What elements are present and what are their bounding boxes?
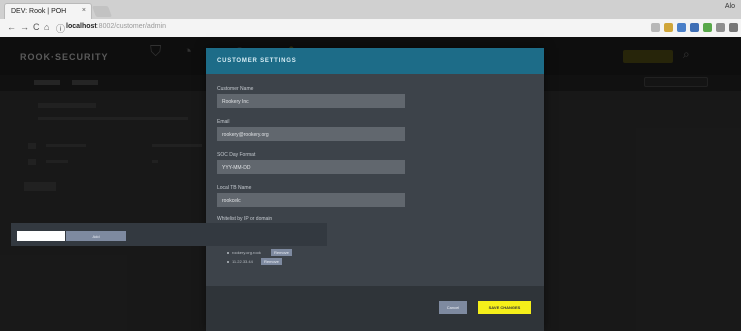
add-whitelist-button[interactable]: Add [66,231,126,241]
email-label: Email [217,119,230,125]
back-icon[interactable]: ← [7,22,16,32]
extension-icon[interactable] [677,23,686,32]
new-tab-button[interactable] [91,6,113,17]
day-format-label: SOC Day Format [217,152,256,158]
url-path: :8002/customer/admin [96,23,166,30]
tab-close-icon[interactable]: × [82,7,86,14]
whitelist-item: rookery.org.rook [227,250,261,258]
customer-name-field[interactable]: Rookery Inc [217,94,405,108]
browser-tab[interactable]: DEV: Rook | POH × [4,3,92,19]
day-format-field[interactable]: YYY-MM-DD [217,160,405,174]
tab-bar: DEV: Rook | POH × Alo [0,0,741,19]
profile-label[interactable]: Alo [725,3,735,10]
whitelist-item-text: 11.22.33.44 [232,259,253,264]
cancel-button[interactable]: Cancel [439,301,467,314]
tab-title: DEV: Rook | POH [11,8,67,15]
modal-header: CUSTOMER SETTINGS [206,48,544,74]
email-field[interactable]: rookery@rookery.org [217,127,405,141]
bullet-icon [227,251,229,254]
reload-icon[interactable]: C [33,22,40,32]
modal-title: CUSTOMER SETTINGS [217,58,297,64]
extension-icon[interactable] [716,23,725,32]
tb-name-label: Local TB Name [217,185,252,191]
save-changes-button[interactable]: SAVE CHANGES [478,301,531,314]
bullet-icon [227,260,229,263]
tb-name-field[interactable]: rookcelc [217,193,405,207]
whitelist-label: Whitelist by IP or domain [217,216,273,222]
browser-chrome: DEV: Rook | POH × Alo ← → C ⌂ ⓘ localhos… [0,0,741,37]
home-icon[interactable]: ⌂ [44,22,49,32]
remove-whitelist-button[interactable]: Remove [261,258,282,265]
address-bar[interactable]: localhost:8002/customer/admin [66,23,166,30]
site-info-icon[interactable]: ⓘ [56,22,65,35]
remove-whitelist-button[interactable]: Remove [271,249,292,256]
browser-toolbar: ← → C ⌂ ⓘ localhost:8002/customer/admin [0,19,741,37]
customer-name-label: Customer Name [217,86,254,92]
whitelist-input[interactable] [17,231,65,241]
star-icon[interactable] [664,23,673,32]
forward-icon[interactable]: → [20,22,29,32]
extension-icon[interactable] [703,23,712,32]
extension-icon[interactable] [690,23,699,32]
url-host: localhost [66,23,97,30]
customer-settings-modal: CUSTOMER SETTINGS Customer Name Rookery … [206,48,544,331]
whitelist-item: 11.22.33.44 [227,259,253,267]
zoom-icon[interactable] [651,23,660,32]
menu-icon[interactable] [729,23,738,32]
whitelist-item-text: rookery.org.rook [232,250,261,255]
